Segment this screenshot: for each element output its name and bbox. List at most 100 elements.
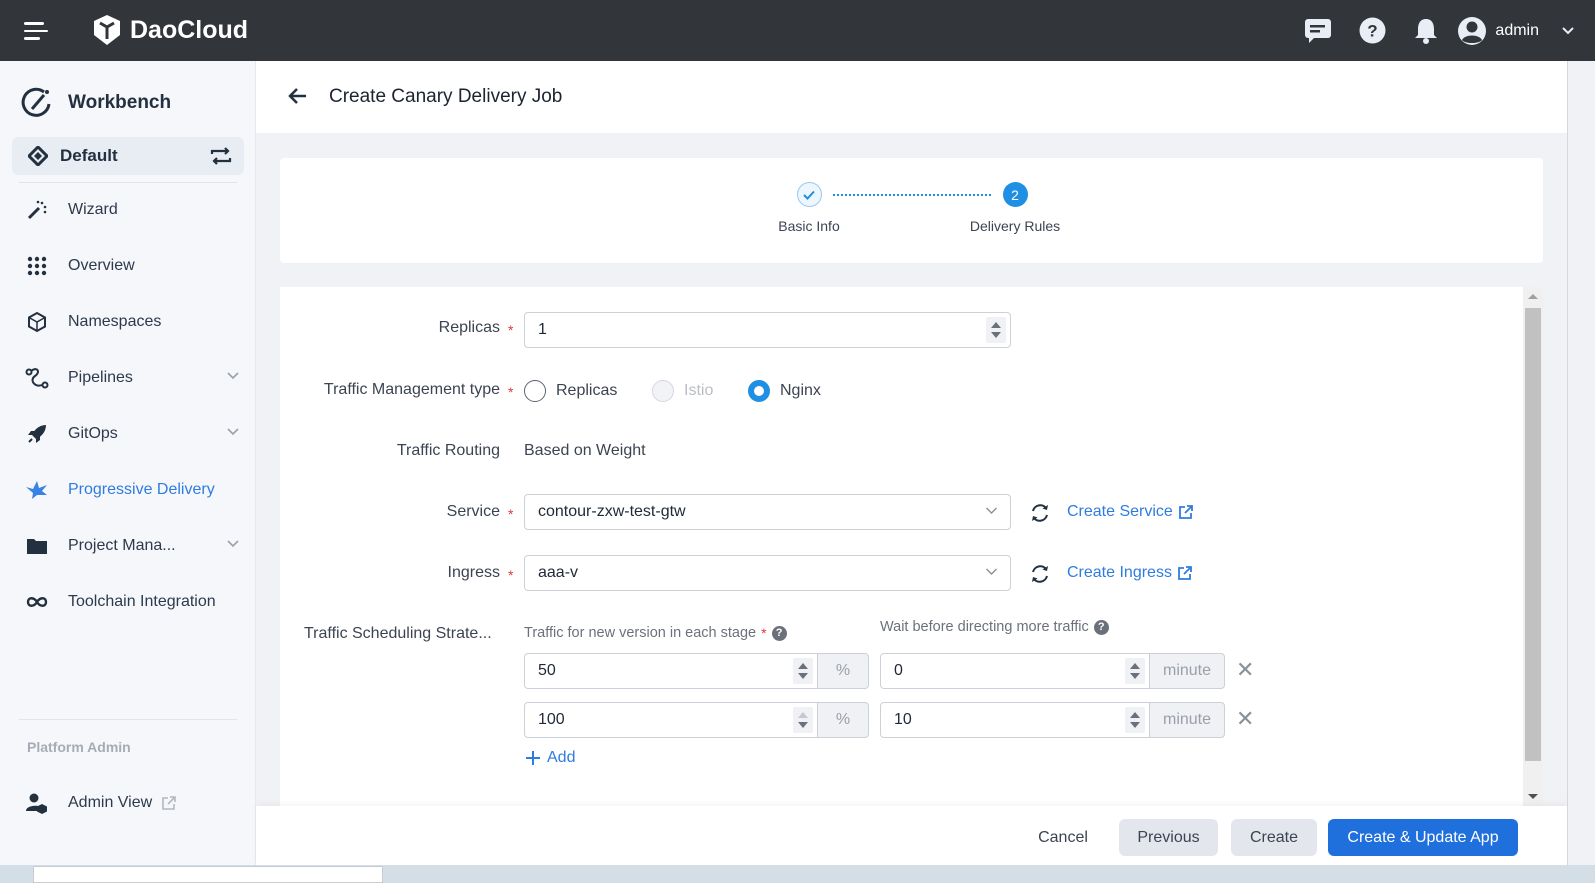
scroll-thumb[interactable] bbox=[1525, 308, 1541, 761]
workbench-icon bbox=[21, 87, 51, 117]
workspace-switcher[interactable]: Default bbox=[12, 137, 244, 175]
sidebar-item-label: Toolchain Integration bbox=[68, 593, 216, 610]
service-label: Service bbox=[446, 503, 500, 520]
sidebar-item-progressive-delivery[interactable]: Progressive Delivery bbox=[0, 468, 256, 512]
remove-stage-icon[interactable]: ✕ bbox=[1236, 659, 1254, 681]
service-value: contour-zxw-test-gtw bbox=[538, 503, 686, 520]
link-label: Create Ingress bbox=[1067, 564, 1172, 581]
sidebar-item-label: Namespaces bbox=[68, 313, 162, 330]
required-marker: * bbox=[508, 384, 514, 400]
create-ingress-link[interactable]: Create Ingress bbox=[1067, 564, 1192, 582]
sidebar-item-label: Pipelines bbox=[68, 369, 133, 386]
brand-logo[interactable]: DaoCloud bbox=[90, 13, 248, 47]
external-link-icon bbox=[162, 796, 176, 810]
minute-suffix: minute bbox=[1149, 702, 1225, 738]
sidebar-item-label: Wizard bbox=[68, 201, 118, 218]
replicas-stepper[interactable] bbox=[986, 317, 1006, 343]
traffic-column-header: Traffic for new version in each stage * … bbox=[524, 625, 787, 641]
sidebar-item-wizard[interactable]: Wizard bbox=[0, 188, 256, 232]
external-link-icon bbox=[1178, 505, 1193, 519]
svg-text:?: ? bbox=[1367, 22, 1377, 41]
chat-icon[interactable] bbox=[1291, 0, 1345, 61]
scroll-up-arrow[interactable] bbox=[1528, 294, 1538, 299]
radio-label: Replicas bbox=[556, 382, 618, 399]
sidebar-item-label: Project Mana... bbox=[68, 537, 176, 554]
create-button[interactable]: Create bbox=[1231, 819, 1317, 856]
stage-traffic-input[interactable]: 100 % bbox=[524, 702, 869, 738]
sidebar-item-toolchain-integration[interactable]: Toolchain Integration bbox=[0, 580, 256, 624]
sidebar-item-overview[interactable]: Overview bbox=[0, 244, 256, 288]
sidebar-item-project-management[interactable]: Project Mana... bbox=[0, 524, 256, 568]
sidebar-item-gitops[interactable]: GitOps bbox=[0, 412, 256, 456]
stage-wait-input[interactable]: 10 minute bbox=[880, 702, 1225, 738]
sidebar-item-label: Admin View bbox=[68, 794, 153, 811]
create-update-app-button[interactable]: Create & Update App bbox=[1328, 819, 1518, 856]
sidebar-item-pipelines[interactable]: Pipelines bbox=[0, 356, 256, 400]
page-header: Create Canary Delivery Job bbox=[256, 61, 1567, 133]
help-icon[interactable]: ? bbox=[1093, 619, 1109, 635]
radio-circle bbox=[748, 380, 770, 402]
add-stage-button[interactable]: Add bbox=[525, 749, 575, 767]
radio-label: Istio bbox=[684, 382, 714, 399]
stepper: Basic Info 2 Delivery Rules bbox=[280, 158, 1543, 263]
bird-icon bbox=[25, 478, 49, 502]
magic-wand-icon bbox=[25, 198, 49, 222]
form-footer: Cancel Previous Create Create & Update A… bbox=[256, 806, 1567, 865]
remove-stage-icon[interactable]: ✕ bbox=[1236, 708, 1254, 730]
brand-name: DaoCloud bbox=[130, 15, 249, 44]
sidebar-item-label: Overview bbox=[68, 257, 135, 274]
cancel-button[interactable]: Cancel bbox=[1026, 819, 1100, 856]
stage-traffic-value: 100 bbox=[538, 711, 565, 728]
stage-traffic-input[interactable]: 50 % bbox=[524, 653, 869, 689]
percent-suffix: % bbox=[817, 653, 869, 689]
wait-column-header: Wait before directing more traffic ? bbox=[880, 619, 1109, 635]
radio-replicas[interactable]: Replicas bbox=[524, 380, 617, 402]
menu-icon[interactable] bbox=[24, 22, 48, 40]
refresh-icon[interactable] bbox=[1029, 563, 1051, 585]
form-scrollbar[interactable] bbox=[1523, 287, 1543, 806]
wait-stepper[interactable] bbox=[1125, 658, 1145, 684]
service-select[interactable]: contour-zxw-test-gtw bbox=[524, 494, 1011, 530]
help-icon[interactable]: ? bbox=[771, 625, 787, 641]
chevron-down-icon bbox=[227, 428, 239, 436]
add-label: Add bbox=[547, 749, 576, 766]
traffic-stepper[interactable] bbox=[793, 707, 813, 733]
ingress-value: aaa-v bbox=[538, 564, 579, 581]
back-arrow-icon[interactable] bbox=[288, 87, 308, 105]
ingress-label: Ingress bbox=[447, 564, 500, 581]
sidebar-divider bbox=[19, 719, 237, 720]
user-menu[interactable]: admin bbox=[1457, 16, 1575, 46]
sidebar-item-namespaces[interactable]: Namespaces bbox=[0, 300, 256, 344]
percent-suffix: % bbox=[817, 702, 869, 738]
help-icon[interactable]: ? bbox=[1345, 0, 1399, 61]
workspace-title: Workbench bbox=[68, 92, 172, 113]
radio-label: Nginx bbox=[780, 382, 821, 399]
traffic-stepper[interactable] bbox=[793, 658, 813, 684]
sidebar-item-admin-view[interactable]: Admin View bbox=[0, 781, 256, 825]
replicas-input[interactable]: 1 bbox=[524, 312, 1011, 348]
stage-wait-value: 0 bbox=[894, 662, 903, 679]
bell-icon[interactable] bbox=[1399, 0, 1453, 61]
radio-nginx[interactable]: Nginx bbox=[748, 380, 821, 402]
wait-stepper[interactable] bbox=[1125, 707, 1145, 733]
swap-icon[interactable] bbox=[210, 146, 232, 166]
traffic-type-label: Traffic Management type bbox=[323, 381, 500, 398]
chevron-down-icon bbox=[986, 568, 997, 575]
grid-icon bbox=[25, 254, 49, 278]
scheduling-label: Traffic Scheduling Strate... bbox=[304, 625, 492, 642]
ingress-select[interactable]: aaa-v bbox=[524, 555, 1011, 591]
step-delivery-rules[interactable]: 2 Delivery Rules bbox=[964, 182, 1066, 234]
step-basic-info[interactable]: Basic Info bbox=[770, 182, 848, 234]
stage-wait-input[interactable]: 0 minute bbox=[880, 653, 1225, 689]
cube-icon bbox=[25, 310, 49, 334]
previous-button[interactable]: Previous bbox=[1119, 819, 1218, 856]
plus-icon bbox=[526, 751, 540, 765]
traffic-header-text: Traffic for new version in each stage bbox=[524, 625, 757, 641]
admin-user-icon bbox=[25, 791, 49, 815]
refresh-icon[interactable] bbox=[1029, 502, 1051, 524]
daocloud-logo-icon bbox=[94, 15, 120, 45]
required-marker: * bbox=[508, 567, 514, 583]
scroll-down-arrow[interactable] bbox=[1528, 794, 1538, 799]
radio-istio: Istio bbox=[652, 380, 713, 402]
create-service-link[interactable]: Create Service bbox=[1067, 503, 1193, 521]
